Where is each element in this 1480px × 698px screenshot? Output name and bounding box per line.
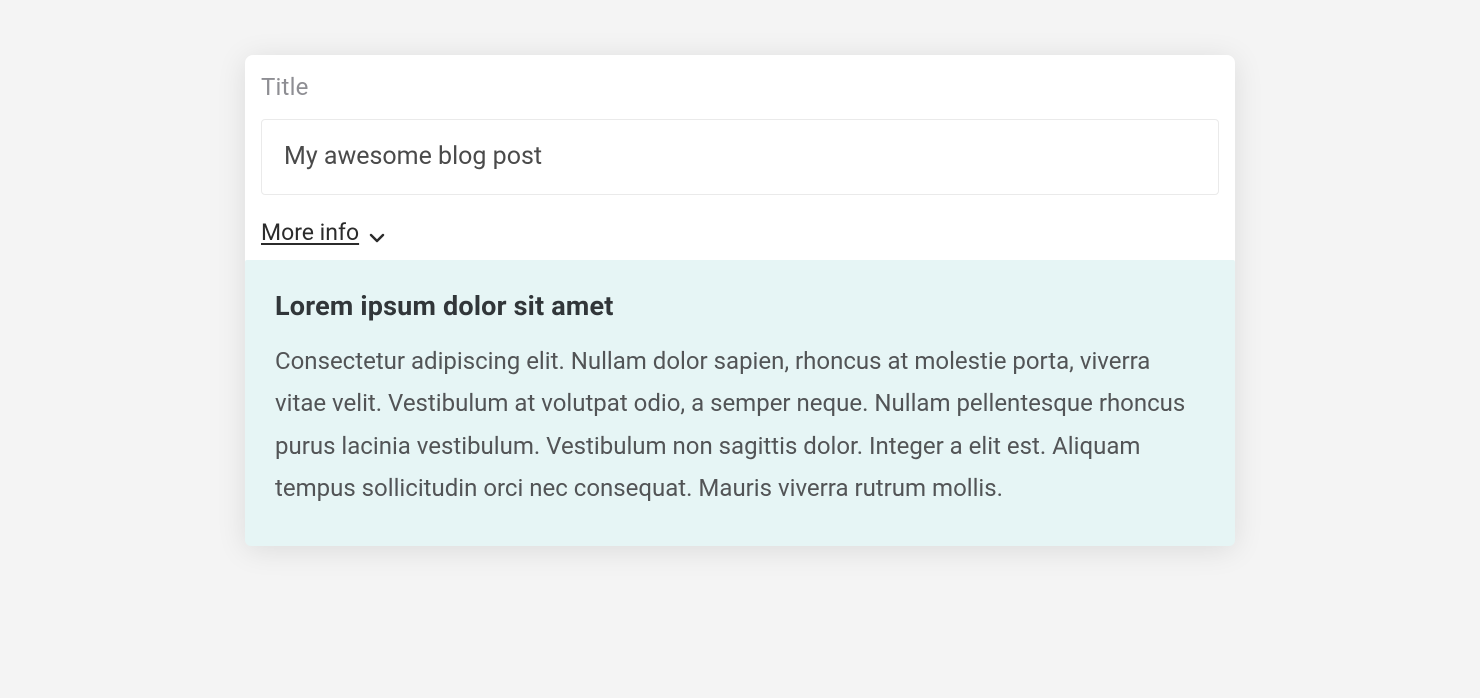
- form-card: Title More info Lorem ipsum dolor sit am…: [245, 55, 1235, 546]
- info-heading: Lorem ipsum dolor sit amet: [275, 290, 1205, 322]
- info-panel: Lorem ipsum dolor sit amet Consectetur a…: [245, 260, 1235, 546]
- more-info-toggle[interactable]: More info: [261, 219, 385, 246]
- chevron-down-icon: [369, 228, 385, 238]
- title-input[interactable]: [261, 119, 1219, 195]
- more-info-toggle-label: More info: [261, 219, 359, 246]
- title-label: Title: [261, 73, 1219, 101]
- info-body: Consectetur adipiscing elit. Nullam dolo…: [275, 340, 1205, 510]
